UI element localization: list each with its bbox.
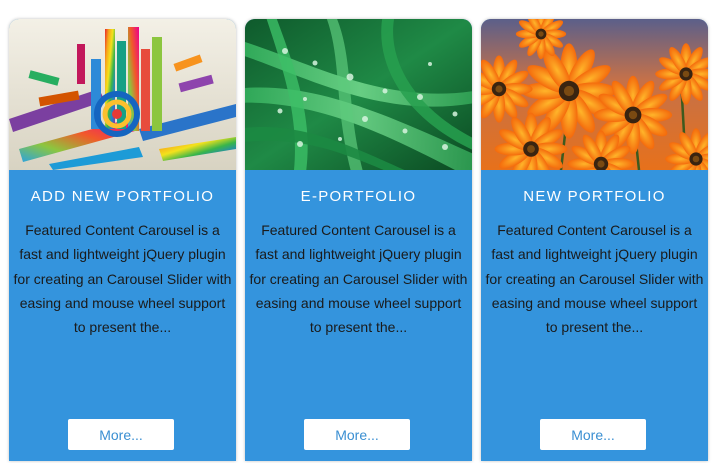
more-button[interactable]: More...	[540, 419, 646, 450]
card-image-green-grass[interactable]	[245, 19, 472, 170]
card-title: NEW PORTFOLIO	[523, 188, 666, 205]
more-button[interactable]: More...	[304, 419, 410, 450]
card-title: ADD NEW PORTFOLIO	[30, 188, 215, 205]
card-description: Featured Content Carousel is a fast and …	[249, 222, 468, 336]
card-description: Featured Content Carousel is a fast and …	[13, 222, 232, 336]
card-image-abstract-art[interactable]	[9, 19, 236, 170]
card-title: E-PORTFOLIO	[300, 188, 417, 205]
card-image-orange-flowers[interactable]	[481, 19, 708, 170]
portfolio-card: E-PORTFOLIO Featured Content Carousel is…	[245, 19, 472, 461]
card-description: Featured Content Carousel is a fast and …	[485, 222, 704, 336]
portfolio-card: NEW PORTFOLIO Featured Content Carousel …	[481, 19, 708, 461]
more-button[interactable]: More...	[68, 419, 174, 450]
featured-content-carousel: ADD NEW PORTFOLIO Featured Content Carou…	[0, 0, 715, 463]
portfolio-card: ADD NEW PORTFOLIO Featured Content Carou…	[9, 19, 236, 461]
